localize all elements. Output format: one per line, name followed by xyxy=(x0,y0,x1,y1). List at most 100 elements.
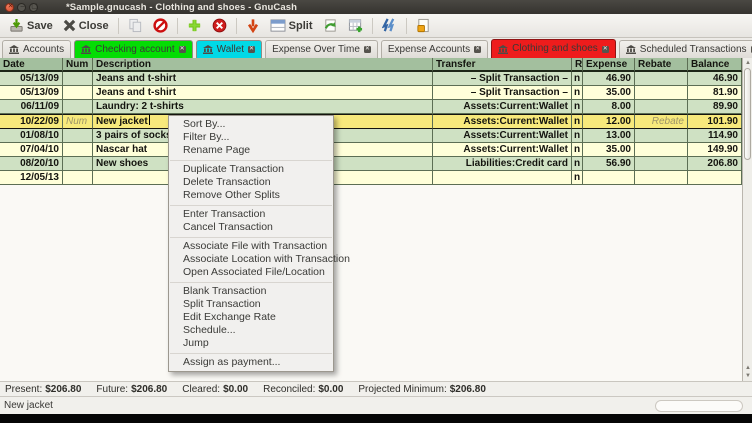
menu-item-jump[interactable]: Jump xyxy=(169,337,333,350)
menu-item-schedule[interactable]: Schedule... xyxy=(169,324,333,337)
add-transaction-button[interactable] xyxy=(182,15,207,37)
menu-item-rename-page[interactable]: Rename Page xyxy=(169,144,333,157)
cell-transfer[interactable]: Assets:Current:Wallet xyxy=(433,100,572,114)
cell-rebate[interactable] xyxy=(635,86,688,100)
tab-close-icon[interactable]: ✕ xyxy=(248,46,255,53)
cell-expense[interactable]: 35.00 xyxy=(583,143,635,157)
cancel-transaction-button[interactable] xyxy=(148,15,173,37)
tab-close-icon[interactable]: ✕ xyxy=(179,46,186,53)
vertical-scrollbar[interactable]: ▲ ▲ ▼ xyxy=(742,58,752,381)
save-button[interactable]: Save xyxy=(4,15,58,37)
cell-transfer[interactable]: – Split Transaction – xyxy=(433,86,572,100)
cell-r[interactable]: n xyxy=(572,114,583,129)
scroll-up-icon[interactable]: ▲ xyxy=(743,59,752,67)
cell-expense[interactable]: 8.00 xyxy=(583,100,635,114)
tab-accounts[interactable]: Accounts xyxy=(2,40,71,58)
scrollbar-thumb[interactable] xyxy=(744,68,751,160)
menu-item-associate-file-with-transaction[interactable]: Associate File with Transaction xyxy=(169,240,333,253)
cell-rebate[interactable] xyxy=(635,129,688,143)
cell-balance[interactable]: 206.80 xyxy=(688,157,742,171)
cell-r[interactable]: n xyxy=(572,143,583,157)
window-maximize-button[interactable]: ▢ xyxy=(29,3,38,12)
scroll-up-stepper-icon[interactable]: ▲ xyxy=(743,364,752,372)
menu-item-split-transaction[interactable]: Split Transaction xyxy=(169,298,333,311)
cell-r[interactable]: n xyxy=(572,157,583,171)
cell-transfer[interactable]: Assets:Current:Wallet xyxy=(433,129,572,143)
split-button[interactable]: Split xyxy=(265,15,318,37)
cell-date[interactable]: 05/13/09 xyxy=(0,72,63,86)
menu-item-enter-transaction[interactable]: Enter Transaction xyxy=(169,208,333,221)
cell-num[interactable] xyxy=(63,72,93,86)
tab-clothing-and-shoes[interactable]: Clothing and shoes✕ xyxy=(491,39,616,58)
cell-expense[interactable]: 46.90 xyxy=(583,72,635,86)
cell-expense[interactable]: 13.00 xyxy=(583,129,635,143)
tab-expense-accounts[interactable]: Expense Accounts✕ xyxy=(381,40,488,58)
cell-num[interactable] xyxy=(63,100,93,114)
cell-transfer[interactable]: Assets:Current:Wallet xyxy=(433,143,572,157)
menu-item-remove-other-splits[interactable]: Remove Other Splits xyxy=(169,189,333,202)
cell-transfer[interactable]: Assets:Current:Wallet xyxy=(433,114,572,129)
menu-item-duplicate-transaction[interactable]: Duplicate Transaction xyxy=(169,163,333,176)
tab-wallet[interactable]: Wallet✕ xyxy=(196,40,262,58)
menu-item-filter-by[interactable]: Filter By... xyxy=(169,131,333,144)
blank-transaction-button[interactable] xyxy=(411,15,436,37)
cell-num[interactable] xyxy=(63,129,93,143)
menu-item-edit-exchange-rate[interactable]: Edit Exchange Rate xyxy=(169,311,333,324)
cell-balance[interactable] xyxy=(688,171,742,185)
close-button[interactable]: Close xyxy=(58,15,114,37)
cell-num[interactable] xyxy=(63,86,93,100)
cell-rebate[interactable] xyxy=(635,72,688,86)
cell-num[interactable] xyxy=(63,171,93,185)
tab-close-icon[interactable]: ✕ xyxy=(474,46,481,53)
menu-item-sort-by[interactable]: Sort By... xyxy=(169,118,333,131)
cell-date[interactable]: 10/22/09 xyxy=(0,114,63,129)
menu-item-blank-transaction[interactable]: Blank Transaction xyxy=(169,285,333,298)
register-empty-area[interactable] xyxy=(0,185,742,381)
tab-close-icon[interactable]: ✕ xyxy=(364,46,371,53)
cell-balance[interactable]: 114.90 xyxy=(688,129,742,143)
cell-expense[interactable]: 35.00 xyxy=(583,86,635,100)
cell-num[interactable]: Num xyxy=(63,114,93,129)
cell-balance[interactable]: 81.90 xyxy=(688,86,742,100)
cell-expense[interactable]: 12.00 xyxy=(583,114,635,129)
cell-expense[interactable]: 56.90 xyxy=(583,157,635,171)
cell-rebate[interactable] xyxy=(635,157,688,171)
cell-date[interactable]: 06/11/09 xyxy=(0,100,63,114)
cell-description[interactable]: Jeans and t-shirt xyxy=(93,86,433,100)
menu-item-assign-as-payment[interactable]: Assign as payment... xyxy=(169,356,333,369)
cell-description[interactable]: Jeans and t-shirt xyxy=(93,72,433,86)
tab-scheduled-transactions[interactable]: Scheduled Transactions✕ xyxy=(619,40,752,58)
tab-checking-account[interactable]: Checking account✕ xyxy=(74,40,193,58)
cell-expense[interactable] xyxy=(583,171,635,185)
scroll-down-stepper-icon[interactable]: ▼ xyxy=(743,372,752,380)
cell-transfer[interactable]: – Split Transaction – xyxy=(433,72,572,86)
cell-rebate[interactable] xyxy=(635,100,688,114)
cell-balance[interactable]: 149.90 xyxy=(688,143,742,157)
cell-rebate[interactable] xyxy=(635,143,688,157)
cell-date[interactable]: 07/04/10 xyxy=(0,143,63,157)
cell-transfer[interactable] xyxy=(433,171,572,185)
cell-r[interactable]: n xyxy=(572,129,583,143)
duplicate-transaction-button[interactable] xyxy=(123,15,148,37)
tab-expense-over-time[interactable]: Expense Over Time✕ xyxy=(265,40,378,58)
cell-r[interactable]: n xyxy=(572,86,583,100)
cell-rebate[interactable]: Rebate xyxy=(635,114,688,129)
cell-r[interactable]: n xyxy=(572,72,583,86)
cell-date[interactable]: 05/13/09 xyxy=(0,86,63,100)
enter-transaction-button[interactable] xyxy=(241,15,265,37)
cell-description[interactable]: Laundry: 2 t-shirts xyxy=(93,100,433,114)
cell-r[interactable]: n xyxy=(572,171,583,185)
jump-button[interactable] xyxy=(318,15,343,37)
cell-date[interactable]: 01/08/10 xyxy=(0,129,63,143)
cell-r[interactable]: n xyxy=(572,100,583,114)
menu-item-open-associated-file-location[interactable]: Open Associated File/Location xyxy=(169,266,333,279)
delete-transaction-button[interactable] xyxy=(207,15,232,37)
cell-num[interactable] xyxy=(63,143,93,157)
tab-close-icon[interactable]: ✕ xyxy=(602,46,609,53)
cell-transfer[interactable]: Liabilities:Credit card xyxy=(433,157,572,171)
menu-item-associate-location-with-transaction[interactable]: Associate Location with Transaction xyxy=(169,253,333,266)
menu-item-cancel-transaction[interactable]: Cancel Transaction xyxy=(169,221,333,234)
cell-num[interactable] xyxy=(63,157,93,171)
cell-balance[interactable]: 46.90 xyxy=(688,72,742,86)
window-minimize-button[interactable]: – xyxy=(17,3,26,12)
